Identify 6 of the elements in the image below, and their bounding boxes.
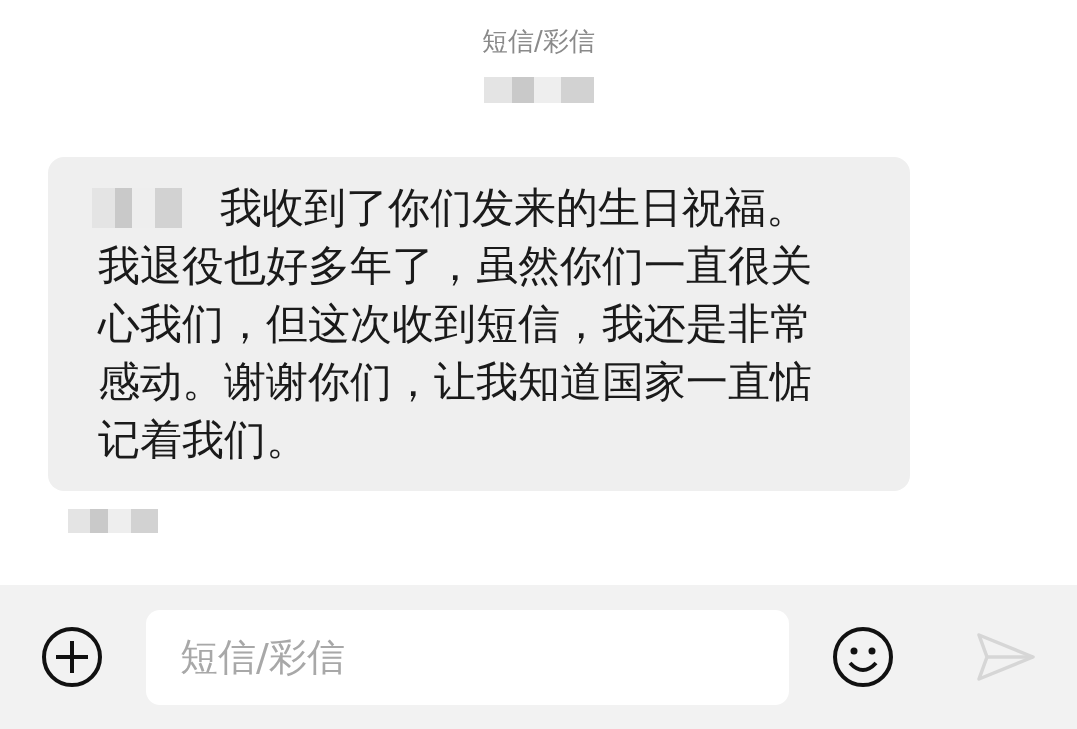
- conversation-title: 短信/彩信: [482, 25, 595, 58]
- message-text: 我收到了你们发来的生日祝福。: [220, 182, 808, 234]
- message-input[interactable]: 短信/彩信: [146, 609, 789, 705]
- message-text: 我退役也好多年了，虽然你们一直很关心我们，但这次收到短信，我还是非常感动。谢谢你们，让我知道国家一直惦记着我们。: [98, 240, 813, 466]
- emoji-icon[interactable]: [831, 625, 895, 689]
- add-icon[interactable]: [40, 625, 104, 689]
